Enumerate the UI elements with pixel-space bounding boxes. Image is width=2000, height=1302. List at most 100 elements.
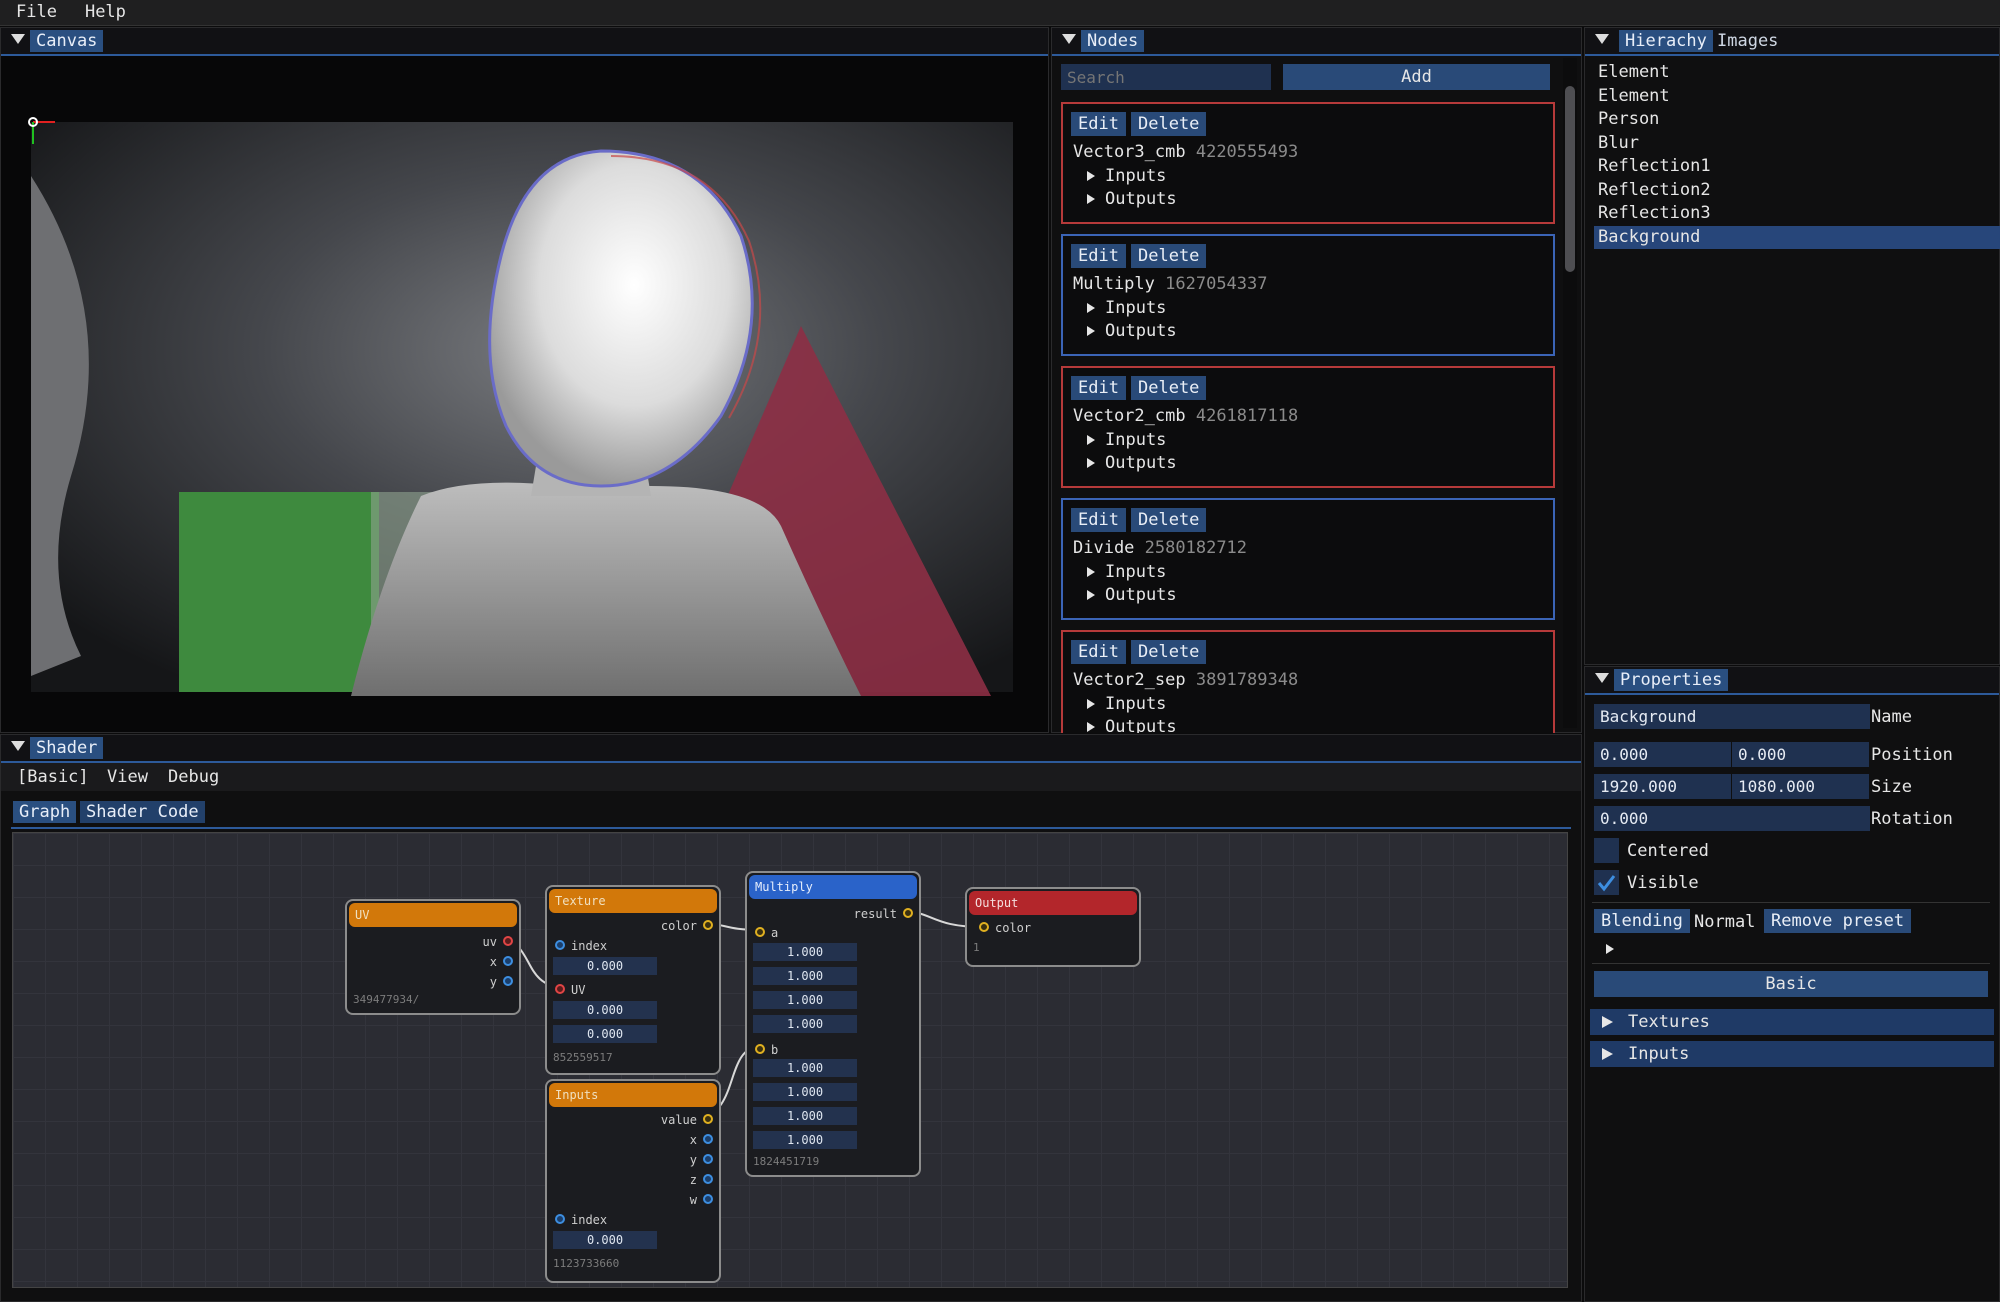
b-value-field[interactable]: 1.000 <box>753 1059 857 1077</box>
delete-button[interactable]: Delete <box>1131 244 1207 268</box>
inputs-toggle[interactable]: Inputs <box>1087 694 1166 714</box>
nodes-scrollbar[interactable] <box>1563 58 1577 728</box>
blending-button[interactable]: Blending <box>1594 909 1690 933</box>
output-pin-x[interactable] <box>503 956 513 966</box>
hierarchy-item[interactable]: Background <box>1594 225 2000 249</box>
canvas-viewport[interactable] <box>1 56 1048 732</box>
collapse-icon[interactable] <box>1595 673 1609 683</box>
edit-button[interactable]: Edit <box>1071 376 1126 400</box>
outputs-toggle[interactable]: Outputs <box>1087 585 1177 605</box>
a-value-field[interactable]: 1.000 <box>753 991 857 1009</box>
tab-shader-code[interactable]: Shader Code <box>80 801 205 823</box>
rotation-field[interactable]: 0.000 <box>1594 806 1870 831</box>
inputs-toggle[interactable]: Inputs <box>1087 430 1166 450</box>
menu-file[interactable]: File <box>16 0 57 22</box>
input-pin-color[interactable] <box>979 922 989 932</box>
menu-debug[interactable]: Debug <box>168 767 219 787</box>
output-pin-value[interactable] <box>703 1114 713 1124</box>
outputs-toggle[interactable]: Outputs <box>1087 189 1177 209</box>
tab-canvas[interactable]: Canvas <box>30 30 104 52</box>
collapse-icon[interactable] <box>1062 34 1076 44</box>
output-pin-w[interactable] <box>703 1194 713 1204</box>
textures-section[interactable]: Textures <box>1590 1009 1994 1035</box>
output-pin-result[interactable] <box>903 908 913 918</box>
hierarchy-item[interactable]: Element <box>1594 85 2000 108</box>
tab-images[interactable]: Images <box>1711 30 1784 52</box>
output-pin-x[interactable] <box>703 1134 713 1144</box>
position-x-field[interactable]: 0.000 <box>1594 742 1731 767</box>
input-pin-index[interactable] <box>555 1214 565 1224</box>
inputs-toggle[interactable]: Inputs <box>1087 298 1166 318</box>
outputs-toggle[interactable]: Outputs <box>1087 717 1177 733</box>
output-pin-y[interactable] <box>703 1154 713 1164</box>
outputs-toggle[interactable]: Outputs <box>1087 321 1177 341</box>
origin-gizmo-icon[interactable] <box>23 112 63 152</box>
basic-button[interactable]: Basic <box>1594 971 1988 997</box>
size-h-field[interactable]: 1080.000 <box>1732 774 1869 799</box>
a-value-field[interactable]: 1.000 <box>753 1015 857 1033</box>
delete-button[interactable]: Delete <box>1131 640 1207 664</box>
delete-button[interactable]: Delete <box>1131 112 1207 136</box>
visible-checkbox[interactable] <box>1594 870 1619 895</box>
inputs-section[interactable]: Inputs <box>1590 1041 1994 1067</box>
hierarchy-item[interactable]: Reflection1 <box>1594 155 2000 178</box>
node-search-input[interactable] <box>1061 64 1271 90</box>
input-pin-a[interactable] <box>755 927 765 937</box>
delete-button[interactable]: Delete <box>1131 508 1207 532</box>
input-pin-b[interactable] <box>755 1044 765 1054</box>
menu-basic[interactable]: [Basic] <box>17 767 89 787</box>
index-field[interactable]: 0.000 <box>553 957 657 975</box>
position-y-field[interactable]: 0.000 <box>1732 742 1869 767</box>
collapse-icon[interactable] <box>1595 34 1609 44</box>
a-value-field[interactable]: 1.000 <box>753 943 857 961</box>
tab-graph[interactable]: Graph <box>13 801 77 823</box>
expand-arrow-icon[interactable] <box>1606 944 1614 954</box>
centered-checkbox[interactable] <box>1594 838 1619 863</box>
graph-canvas[interactable]: UV uv x y 349477934/ Texture color index… <box>12 832 1568 1288</box>
tab-shader[interactable]: Shader <box>30 737 104 759</box>
uv-x-field[interactable]: 0.000 <box>553 1001 657 1019</box>
collapse-icon[interactable] <box>11 741 25 751</box>
menu-view[interactable]: View <box>107 767 148 787</box>
b-value-field[interactable]: 1.000 <box>753 1083 857 1101</box>
graph-node-uv[interactable]: UV uv x y 349477934/ <box>345 899 521 1015</box>
graph-node-texture[interactable]: Texture color index 0.000 UV 0.000 0.000… <box>545 885 721 1075</box>
name-field[interactable]: Background <box>1594 704 1870 729</box>
outputs-toggle[interactable]: Outputs <box>1087 453 1177 473</box>
hierarchy-item[interactable]: Person <box>1594 108 2000 131</box>
collapse-icon[interactable] <box>11 34 25 44</box>
output-pin-z[interactable] <box>703 1174 713 1184</box>
a-value-field[interactable]: 1.000 <box>753 967 857 985</box>
size-w-field[interactable]: 1920.000 <box>1594 774 1731 799</box>
tab-properties[interactable]: Properties <box>1614 669 1729 691</box>
b-value-field[interactable]: 1.000 <box>753 1131 857 1149</box>
index-field[interactable]: 0.000 <box>553 1231 657 1249</box>
hierarchy-item[interactable]: Element <box>1594 61 2000 84</box>
delete-button[interactable]: Delete <box>1131 376 1207 400</box>
edit-button[interactable]: Edit <box>1071 244 1126 268</box>
scrollbar-thumb[interactable] <box>1565 86 1575 272</box>
graph-node-multiply[interactable]: Multiply result a 1.000 1.000 1.000 1.00… <box>745 871 921 1177</box>
hierarchy-item[interactable]: Reflection3 <box>1594 202 2000 225</box>
uv-y-field[interactable]: 0.000 <box>553 1025 657 1043</box>
hierarchy-item[interactable]: Blur <box>1594 132 2000 155</box>
edit-button[interactable]: Edit <box>1071 508 1126 532</box>
b-value-field[interactable]: 1.000 <box>753 1107 857 1125</box>
output-pin-uv[interactable] <box>503 936 513 946</box>
input-pin-uv[interactable] <box>555 984 565 994</box>
input-pin-index[interactable] <box>555 940 565 950</box>
tab-nodes[interactable]: Nodes <box>1081 30 1145 52</box>
add-node-button[interactable]: Add <box>1283 64 1550 90</box>
output-pin-y[interactable] <box>503 976 513 986</box>
tab-hierarchy[interactable]: Hierachy <box>1619 30 1713 52</box>
edit-button[interactable]: Edit <box>1071 112 1126 136</box>
inputs-toggle[interactable]: Inputs <box>1087 562 1166 582</box>
remove-preset-button[interactable]: Remove preset <box>1764 909 1912 933</box>
edit-button[interactable]: Edit <box>1071 640 1126 664</box>
output-pin-color[interactable] <box>703 920 713 930</box>
inputs-toggle[interactable]: Inputs <box>1087 166 1166 186</box>
graph-node-output[interactable]: Output color 1 <box>965 887 1141 967</box>
graph-node-inputs[interactable]: Inputs value x y z w index 0.000 1123733… <box>545 1079 721 1283</box>
menu-help[interactable]: Help <box>85 0 126 22</box>
hierarchy-item[interactable]: Reflection2 <box>1594 179 2000 202</box>
